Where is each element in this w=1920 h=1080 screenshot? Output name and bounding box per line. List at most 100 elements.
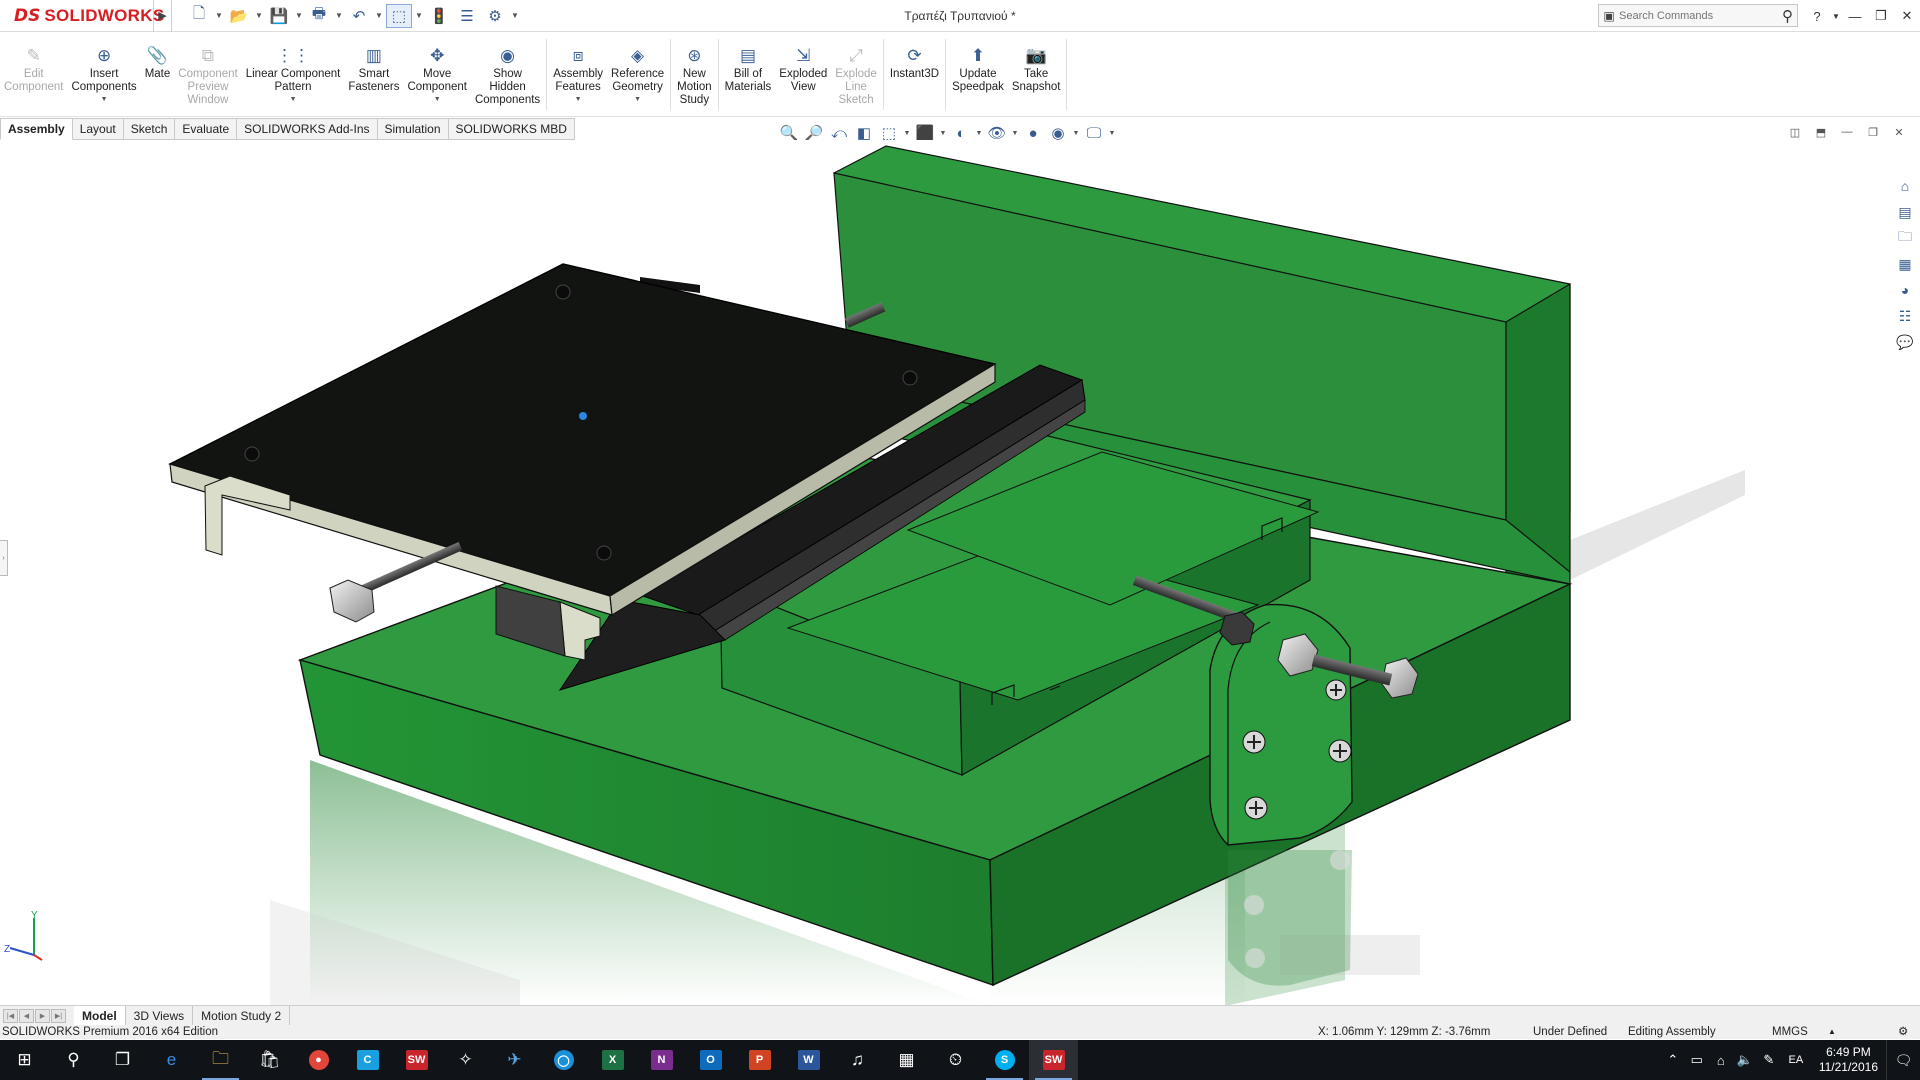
close-icon[interactable]: ✕ bbox=[1894, 0, 1920, 32]
dropdown-arrow-icon[interactable]: ▼ bbox=[903, 130, 911, 137]
pen-icon[interactable]: ✎ bbox=[1757, 1052, 1781, 1068]
viewport-minimize-icon[interactable]: — bbox=[1838, 124, 1856, 140]
dropdown-arrow-icon[interactable]: ▼ bbox=[334, 4, 344, 28]
dropdown-arrow-icon[interactable]: ▼ bbox=[634, 96, 641, 103]
battery-icon[interactable]: ▭ bbox=[1685, 1052, 1709, 1068]
new-motion-study-button[interactable]: ⊛ New Motion Study bbox=[673, 33, 716, 116]
solidworks-logo[interactable]: DS SOLIDWORKS bbox=[0, 0, 164, 32]
viewport-restore-icon[interactable]: ❐ bbox=[1864, 124, 1882, 140]
tab-sketch[interactable]: Sketch bbox=[123, 118, 176, 140]
bottom-tab-3d-views[interactable]: 3D Views bbox=[126, 1006, 194, 1025]
alarms-clock-icon[interactable]: ⏲ bbox=[931, 1040, 980, 1080]
app-icon[interactable]: ◯ bbox=[539, 1040, 588, 1080]
view-palette-icon[interactable]: ▦ bbox=[1894, 254, 1916, 274]
calculator-icon[interactable]: ▦ bbox=[882, 1040, 931, 1080]
custom-properties-icon[interactable]: ☷ bbox=[1894, 306, 1916, 326]
bill-of-materials-button[interactable]: ▤ Bill of Materials bbox=[721, 33, 776, 116]
options-gear-icon[interactable]: ⚙ bbox=[482, 4, 508, 28]
next-tab-icon[interactable]: ▶ bbox=[35, 1008, 50, 1023]
dropdown-arrow-icon[interactable]: ▼ bbox=[434, 96, 441, 103]
select-pointer-icon[interactable]: ⬚ bbox=[386, 3, 412, 28]
outlook-icon[interactable]: O bbox=[686, 1040, 735, 1080]
tab-evaluate[interactable]: Evaluate bbox=[175, 118, 238, 140]
dropdown-arrow-icon[interactable]: ▼ bbox=[374, 4, 384, 28]
tab-assembly[interactable]: Assembly bbox=[0, 118, 73, 140]
windows-start-icon[interactable]: ⊞ bbox=[0, 1040, 49, 1080]
app-icon[interactable]: ✧ bbox=[441, 1040, 490, 1080]
skype-business-icon[interactable]: C bbox=[343, 1040, 392, 1080]
dropdown-arrow-icon[interactable]: ▼ bbox=[101, 96, 108, 103]
feature-manager-toggle[interactable]: › bbox=[0, 540, 8, 576]
dropdown-arrow-icon[interactable]: ▼ bbox=[939, 130, 947, 137]
language-indicator[interactable]: EA bbox=[1781, 1054, 1811, 1066]
search-icon[interactable]: ⚲ bbox=[49, 1040, 98, 1080]
tab-layout[interactable]: Layout bbox=[72, 118, 124, 140]
explode-line-sketch-button[interactable]: ⤢ Explode Line Sketch bbox=[831, 33, 881, 116]
edit-component-button[interactable]: ✎ Edit Component bbox=[0, 33, 67, 116]
component-preview-window-button[interactable]: ⧉ Component Preview Window bbox=[174, 33, 241, 116]
task-view-icon[interactable]: ❐ bbox=[98, 1040, 147, 1080]
store-icon[interactable]: 🛍 bbox=[245, 1040, 294, 1080]
exploded-view-button[interactable]: ⇲ Exploded View bbox=[775, 33, 831, 116]
onenote-icon[interactable]: N bbox=[637, 1040, 686, 1080]
undo-icon[interactable]: ↶ bbox=[346, 4, 372, 28]
take-snapshot-button[interactable]: 📷 Take Snapshot bbox=[1008, 33, 1065, 116]
network-icon[interactable]: ⌂ bbox=[1709, 1053, 1733, 1068]
rebuild-icon[interactable]: 🚦 bbox=[426, 4, 452, 28]
smart-fasteners-button[interactable]: ▥ Smart Fasteners bbox=[344, 33, 403, 116]
last-tab-icon[interactable]: ▶| bbox=[51, 1008, 66, 1023]
unit-system-button[interactable]: MMGS bbox=[1772, 1025, 1808, 1039]
menu-expand-arrow-icon[interactable]: ▶ bbox=[154, 0, 172, 32]
first-tab-icon[interactable]: |◀ bbox=[3, 1008, 18, 1023]
file-explorer-icon[interactable]: 🗀 bbox=[1894, 228, 1916, 248]
dropdown-arrow-icon[interactable]: ▼ bbox=[1072, 130, 1080, 137]
edge-browser-icon[interactable]: e bbox=[147, 1040, 196, 1080]
open-folder-icon[interactable]: 📂 bbox=[226, 4, 252, 28]
solidworks-running-icon[interactable]: SW bbox=[1029, 1040, 1078, 1080]
viewport-close-icon[interactable]: ✕ bbox=[1890, 124, 1908, 140]
appearances-icon[interactable]: ◕ bbox=[1894, 280, 1916, 300]
show-hidden-icons-icon[interactable]: ⌃ bbox=[1661, 1052, 1685, 1068]
design-library-icon[interactable]: ▤ bbox=[1894, 202, 1916, 222]
mate-button[interactable]: 📎 Mate bbox=[141, 33, 175, 116]
dropdown-arrow-icon[interactable]: ▼ bbox=[575, 96, 582, 103]
split-vertical-icon[interactable]: ⬒ bbox=[1812, 124, 1830, 140]
tab-solidworks-mbd[interactable]: SOLIDWORKS MBD bbox=[448, 118, 575, 140]
search-icon[interactable]: ⚲ bbox=[1782, 7, 1797, 25]
dropdown-arrow-icon[interactable]: ▼ bbox=[975, 130, 983, 137]
action-center-icon[interactable]: 🗨 bbox=[1886, 1040, 1920, 1080]
dropdown-arrow-icon[interactable]: ▼ bbox=[214, 4, 224, 28]
bottom-tab-model[interactable]: Model bbox=[74, 1006, 126, 1025]
tab-solidworks-add-ins[interactable]: SOLIDWORKS Add-Ins bbox=[237, 118, 378, 140]
itunes-icon[interactable]: ♫ bbox=[833, 1040, 882, 1080]
app-icon[interactable]: ✈ bbox=[490, 1040, 539, 1080]
restore-icon[interactable]: ❐ bbox=[1868, 0, 1894, 32]
insert-components-button[interactable]: ⊕ Insert Components ▼ bbox=[67, 33, 140, 116]
help-dropdown-icon[interactable]: ▼ bbox=[1830, 0, 1842, 32]
clock[interactable]: 6:49 PM 11/21/2016 bbox=[1819, 1045, 1878, 1075]
volume-icon[interactable]: 🔈 bbox=[1733, 1052, 1757, 1068]
show-hidden-components-button[interactable]: ◉ Show Hidden Components bbox=[471, 33, 544, 116]
dropdown-arrow-icon[interactable]: ▼ bbox=[254, 4, 264, 28]
dropdown-arrow-icon[interactable]: ▼ bbox=[510, 4, 520, 28]
help-button[interactable]: ? bbox=[1804, 0, 1830, 32]
file-explorer-icon[interactable]: 🗀 bbox=[196, 1040, 245, 1080]
prev-tab-icon[interactable]: ◀ bbox=[19, 1008, 34, 1023]
move-component-button[interactable]: ✥ Move Component ▼ bbox=[404, 33, 471, 116]
chrome-icon[interactable]: ● bbox=[294, 1040, 343, 1080]
update-speedpak-button[interactable]: ⬆ Update Speedpak bbox=[948, 33, 1008, 116]
tab-simulation[interactable]: Simulation bbox=[377, 118, 449, 140]
assembly-model[interactable] bbox=[0, 140, 1920, 1006]
graphics-area[interactable]: Y Z › bbox=[0, 140, 1920, 1006]
skype-icon[interactable]: S bbox=[980, 1040, 1029, 1080]
bottom-tab-motion-study-2[interactable]: Motion Study 2 bbox=[193, 1006, 291, 1025]
file-properties-icon[interactable]: ☰ bbox=[454, 4, 480, 28]
forum-icon[interactable]: 💬 bbox=[1894, 332, 1916, 352]
dropdown-arrow-icon[interactable]: ▼ bbox=[1108, 130, 1116, 137]
reference-geometry-button[interactable]: ◈ Reference Geometry ▼ bbox=[607, 33, 668, 116]
save-icon[interactable]: 💾 bbox=[266, 4, 292, 28]
split-horizontal-icon[interactable]: ◫ bbox=[1786, 124, 1804, 140]
dropdown-arrow-icon[interactable]: ▼ bbox=[414, 4, 424, 28]
dropdown-arrow-icon[interactable]: ▼ bbox=[290, 96, 297, 103]
solidworks-2016-icon[interactable]: SW bbox=[392, 1040, 441, 1080]
